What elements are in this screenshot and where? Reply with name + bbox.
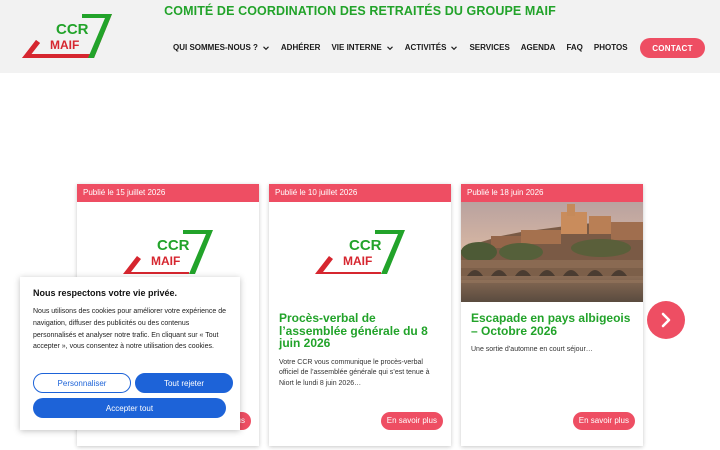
nav-item-vie-interne[interactable]: VIE INTERNE xyxy=(331,43,393,52)
post-date: Publié le 18 juin 2026 xyxy=(461,184,643,202)
read-more-button[interactable]: En savoir plus xyxy=(572,412,635,430)
nav-item-label: FAQ xyxy=(566,43,583,52)
nav-item-photos[interactable]: PHOTOS xyxy=(594,43,628,52)
reject-all-button[interactable]: Tout rejeter xyxy=(135,373,233,393)
cookie-consent-banner: Nous respectons votre vie privée. Nous u… xyxy=(20,277,240,430)
post-excerpt: Votre CCR vous communique le procès-verb… xyxy=(279,358,430,387)
chevron-down-icon xyxy=(263,45,269,50)
accept-all-button[interactable]: Accepter tout xyxy=(33,398,226,418)
cookie-text: Nous utilisons des cookies pour améliore… xyxy=(33,308,226,351)
contact-button[interactable]: CONTACT xyxy=(640,38,705,58)
logo-ccr-text: CCR xyxy=(157,237,190,254)
ccr-maif-logo: CCR MAIF xyxy=(123,230,213,274)
nav-item-label: PHOTOS xyxy=(593,43,628,52)
chevron-down-icon xyxy=(451,45,458,50)
nav-item-faq[interactable]: FAQ xyxy=(566,43,582,52)
nav-item-label: SERVICES xyxy=(469,43,510,52)
post-title[interactable]: Escapade en pays albigeois – Octobre 202… xyxy=(461,302,643,337)
nav-item-label: QUI SOMMES-NOUS ? xyxy=(173,43,258,52)
carousel-next-button[interactable] xyxy=(647,301,685,339)
read-more-button[interactable]: En savoir plus xyxy=(380,412,443,430)
nav-item-label: AGENDA xyxy=(520,43,556,52)
post-date: Publié le 15 juillet 2026 xyxy=(77,184,259,202)
nav-item-label: VIE INTERNE xyxy=(331,43,382,52)
logo-ccr-text: CCR xyxy=(349,237,382,254)
nav-item-services[interactable]: SERVICES xyxy=(469,43,509,52)
nav-item-label: ADHÉRER xyxy=(280,43,321,52)
logo-maif-text: MAIF xyxy=(343,254,372,268)
ccr-maif-logo[interactable]: CCR MAIF xyxy=(22,14,112,58)
site-header: COMITÉ DE COORDINATION DES RETRAITÉS DU … xyxy=(0,0,720,73)
town-bridge-photo xyxy=(461,202,643,302)
post-date: Publié le 10 juillet 2026 xyxy=(269,184,451,202)
customize-button[interactable]: Personnaliser xyxy=(33,373,131,393)
nav-item-agenda[interactable]: AGENDA xyxy=(521,43,556,52)
page: COMITÉ DE COORDINATION DES RETRAITÉS DU … xyxy=(0,0,720,450)
nav-item-label: ACTIVITÉS xyxy=(404,43,447,52)
main-nav: QUI SOMMES-NOUS ? ADHÉRER VIE INTERNE AC… xyxy=(173,43,639,52)
logo-maif-text: MAIF xyxy=(50,38,79,52)
post-card[interactable]: Publié le 18 juin 2026 Escapade en pays … xyxy=(461,184,643,446)
ccr-maif-logo: CCR MAIF xyxy=(315,230,405,274)
logo-maif-text: MAIF xyxy=(151,254,180,268)
post-title[interactable]: Procès-verbal de l’assemblée générale du… xyxy=(269,302,451,350)
chevron-right-icon xyxy=(661,312,671,328)
post-thumbnail[interactable]: CCR MAIF xyxy=(269,202,451,302)
nav-item-qui-sommes-nous[interactable]: QUI SOMMES-NOUS ? xyxy=(173,43,270,52)
nav-item-activites[interactable]: ACTIVITÉS xyxy=(405,43,459,52)
post-card[interactable]: Publié le 10 juillet 2026 CCR MAIF Procè… xyxy=(269,184,451,446)
post-excerpt: Une sortie d’automne en court séjour… xyxy=(471,346,593,353)
logo-ccr-text: CCR xyxy=(56,21,89,38)
nav-item-adherer[interactable]: ADHÉRER xyxy=(281,43,321,52)
cookie-title: Nous respectons votre vie privée. xyxy=(33,288,178,298)
cookie-button-row: Personnaliser Tout rejeter xyxy=(33,373,233,393)
chevron-down-icon xyxy=(386,45,393,50)
post-thumbnail[interactable] xyxy=(461,202,643,302)
